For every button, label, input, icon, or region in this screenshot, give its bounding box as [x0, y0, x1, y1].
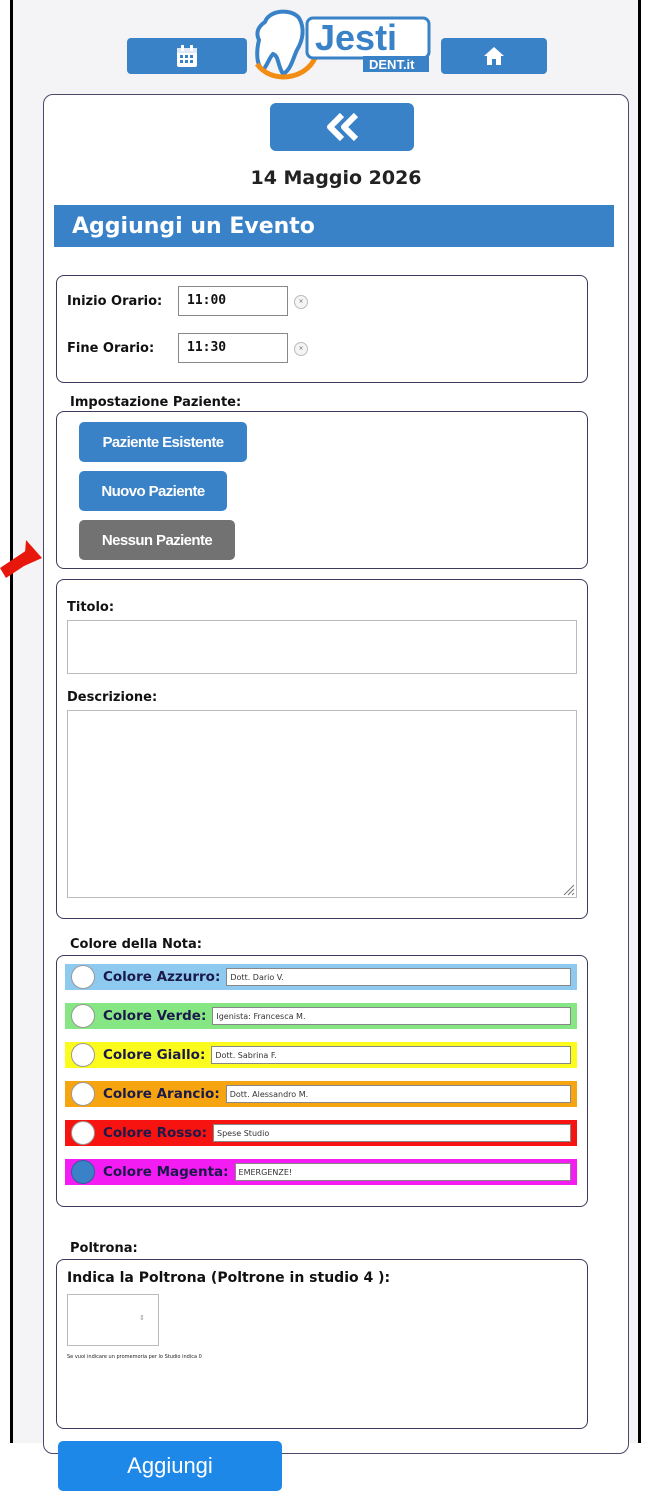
color-input-verde[interactable]: Igenista: Francesca M.	[212, 1007, 571, 1025]
section-title: Aggiungi un Evento	[54, 205, 614, 247]
color-row-verde: Colore Verde: Igenista: Francesca M.	[65, 1003, 577, 1029]
double-chevron-left-icon	[327, 113, 359, 141]
color-label-giallo: Colore Giallo:	[103, 1047, 206, 1063]
chair-heading: Poltrona:	[70, 1241, 138, 1256]
time-box: Inizio Orario: 11:00 × Fine Orario: 11:3…	[56, 275, 588, 383]
home-button[interactable]	[441, 38, 547, 74]
color-input-magenta[interactable]: EMERGENZE!	[234, 1163, 571, 1181]
back-button[interactable]	[270, 103, 414, 151]
title-input[interactable]	[67, 620, 577, 674]
jestident-logo: Jesti DENT.it	[251, 4, 437, 88]
new-patient-button[interactable]: Nuovo Paziente	[79, 471, 227, 511]
color-radio-verde[interactable]	[71, 1004, 95, 1028]
top-bar: Jesti DENT.it	[13, 0, 638, 90]
patient-box: Paziente Esistente Nuovo Paziente Nessun…	[56, 411, 588, 569]
details-box: Titolo: Descrizione:	[56, 579, 588, 919]
color-row-azzurro: Colore Azzurro: Dott. Dario V.	[65, 964, 577, 990]
color-row-magenta: Colore Magenta: EMERGENZE!	[65, 1159, 577, 1185]
chair-input[interactable]	[67, 1294, 159, 1346]
color-label-azzurro: Colore Azzurro:	[103, 969, 221, 985]
color-label-verde: Colore Verde:	[103, 1008, 207, 1024]
color-radio-arancio[interactable]	[71, 1082, 95, 1106]
logo-main-text: Jesti	[315, 17, 397, 58]
end-time-clear-icon[interactable]: ×	[294, 342, 308, 356]
chair-hint: Se vuoi indicare un promemoria per lo St…	[67, 1354, 202, 1360]
patient-heading: Impostazione Paziente:	[70, 395, 242, 410]
add-button[interactable]: Aggiungi	[58, 1441, 282, 1491]
color-input-azzurro[interactable]: Dott. Dario V.	[226, 968, 571, 986]
description-label: Descrizione:	[67, 690, 158, 705]
color-radio-azzurro[interactable]	[71, 965, 95, 989]
calendar-button[interactable]	[127, 38, 247, 74]
no-patient-button[interactable]: Nessun Paziente	[79, 520, 235, 560]
start-time-input[interactable]: 11:00	[178, 286, 288, 316]
color-input-giallo[interactable]: Dott. Sabrina F.	[211, 1046, 571, 1064]
calendar-icon	[177, 45, 197, 67]
description-textarea[interactable]	[67, 710, 577, 898]
page-date: 14 Maggio 2026	[250, 167, 422, 189]
color-label-arancio: Colore Arancio:	[103, 1086, 220, 1102]
color-row-rosso: Colore Rosso: Spese Studio	[65, 1120, 577, 1146]
color-row-giallo: Colore Giallo: Dott. Sabrina F.	[65, 1042, 577, 1068]
color-radio-giallo[interactable]	[71, 1043, 95, 1067]
color-box: Colore Azzurro: Dott. Dario V. Colore Ve…	[56, 955, 588, 1207]
title-label: Titolo:	[67, 600, 115, 615]
logo-sub-text: DENT.it	[369, 57, 415, 72]
color-row-arancio: Colore Arancio: Dott. Alessandro M.	[65, 1081, 577, 1107]
home-icon	[484, 47, 504, 65]
start-time-clear-icon[interactable]: ×	[294, 295, 308, 309]
app-frame: Jesti DENT.it 14 Maggio 2026 Aggiungi un…	[10, 0, 641, 1491]
chair-label: Indica la Poltrona (Poltrone in studio 4…	[67, 1270, 391, 1286]
color-input-arancio[interactable]: Dott. Alessandro M.	[225, 1085, 571, 1103]
color-input-rosso[interactable]: Spese Studio	[213, 1124, 571, 1142]
red-arrow-icon	[0, 540, 42, 578]
chair-box: Indica la Poltrona (Poltrone in studio 4…	[56, 1259, 588, 1429]
color-radio-magenta[interactable]	[71, 1160, 95, 1184]
end-time-label: Fine Orario:	[67, 341, 155, 356]
end-time-input[interactable]: 11:30	[178, 333, 288, 363]
color-radio-rosso[interactable]	[71, 1121, 95, 1145]
color-label-magenta: Colore Magenta:	[103, 1164, 229, 1180]
resize-handle-icon[interactable]	[561, 882, 575, 896]
chair-stepper-icon[interactable]: ⇕	[139, 1314, 145, 1322]
color-heading: Colore della Nota:	[70, 937, 202, 952]
start-time-label: Inizio Orario:	[67, 294, 163, 309]
event-panel: 14 Maggio 2026 Aggiungi un Evento Inizio…	[43, 94, 629, 1491]
existing-patient-button[interactable]: Paziente Esistente	[79, 422, 247, 462]
color-label-rosso: Colore Rosso:	[103, 1125, 208, 1141]
